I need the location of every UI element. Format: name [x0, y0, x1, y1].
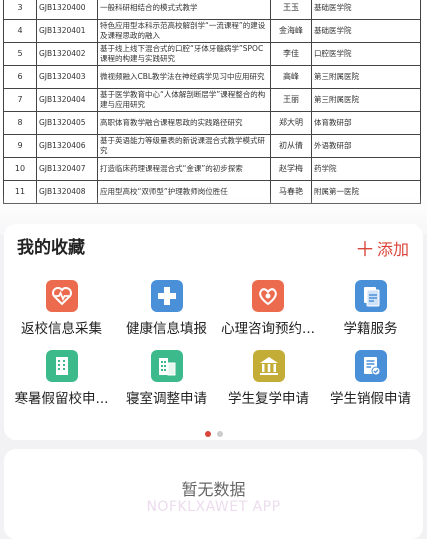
page-dot[interactable] — [216, 431, 223, 437]
dormitory-icon — [150, 350, 183, 382]
table-cell-code: GJB1320406 — [36, 134, 98, 158]
add-favorite-label: 添加 — [376, 240, 409, 259]
app-watermark: NOFKLXAWET APP — [146, 499, 281, 515]
table-row: 3 GJB1320400 一般科研相结合的模式式教学 王玉 基础医学院 — [3, 0, 421, 20]
favorite-item-counseling[interactable]: 心理咨询预约... — [213, 280, 323, 337]
favorite-item-leave-cancel[interactable]: 学生销假申请 — [318, 350, 423, 407]
table-cell-name: 金海峰 — [270, 19, 312, 43]
table-row: 6 GJB1320403 微视频融入CBL教学法在神经病学见习中应用研究 高峰 第三附属… — [3, 65, 421, 89]
bank-icon — [252, 350, 285, 382]
favorite-item-label: 返校信息采集 — [21, 321, 102, 337]
table-cell-name: 高峰 — [270, 65, 312, 89]
building-icon — [45, 350, 78, 382]
favorite-item-label: 寒暑假留校申... — [14, 391, 109, 407]
table-cell-code: GJB1320401 — [36, 19, 98, 43]
table-cell-org: 基础医学院 — [311, 0, 421, 20]
table-cell-code: GJB1320404 — [36, 88, 98, 112]
favorite-item-label: 寝室调整申请 — [126, 391, 207, 407]
table-cell-name: 王丽 — [270, 88, 312, 112]
table-cell-code: GJB1320407 — [36, 157, 98, 181]
favorite-item-label: 学生销假申请 — [330, 391, 411, 407]
add-favorite-button[interactable]: ＋添加 — [355, 233, 409, 262]
table-cell-name: 赵学梅 — [270, 157, 312, 181]
table-cell-code: GJB1320402 — [36, 42, 98, 66]
empty-card: 暂无数据 NOFKLXAWET APP — [4, 449, 423, 539]
table-cell-no: 3 — [3, 0, 37, 20]
table-cell-no: 8 — [3, 111, 37, 135]
table-cell-no: 5 — [3, 42, 37, 66]
table-cell-code: GJB1320400 — [36, 0, 98, 20]
table-cell-name: 初从倩 — [270, 134, 312, 158]
table-cell-no: 6 — [3, 65, 37, 89]
favorite-item-resume-study[interactable]: 学生复学申请 — [216, 350, 321, 407]
table-cell-title: 一般科研相结合的模式式教学 — [97, 0, 271, 20]
table-row: 7 GJB1320404 基于医学教育中心“人体解剖断层学”课程整合的构建与应用研究… — [3, 88, 421, 112]
favorites-card: 我的收藏 ＋添加 返校信息采集 健康信息填报 心理咨询预约... 学籍服务 寒暑… — [4, 224, 423, 440]
table-cell-org: 口腔医学院 — [311, 42, 421, 66]
favorite-item-dorm-change[interactable]: 寝室调整申请 — [114, 350, 219, 407]
table-cell-no: 10 — [3, 157, 37, 181]
table-cell-org: 第三附属医院 — [311, 65, 421, 89]
table-cell-title: 特色应用型本科示范高校解剖学“一流课程”的建设及课程思政的融入 — [97, 19, 271, 43]
favorite-item-label: 健康信息填报 — [126, 321, 207, 337]
table-cell-org: 第三附属医院 — [311, 88, 421, 112]
favorites-title: 我的收藏 — [17, 238, 85, 258]
favorite-item-vacation-stay[interactable]: 寒暑假留校申... — [9, 350, 114, 407]
document-preview: 3 GJB1320400 一般科研相结合的模式式教学 王玉 基础医学院 4 GJB13204… — [0, 0, 427, 235]
table-cell-title: 基于线上线下混合式的口腔“牙体牙髓病学”SPOC课程的构建与实践研究 — [97, 42, 271, 66]
table-cell-title: 基于英语能力等级量表的新说课混合式教学模式研究 — [97, 134, 271, 158]
table-row: 5 GJB1320402 基于线上线下混合式的口腔“牙体牙髓病学”SPOC课程的构建… — [3, 42, 421, 66]
favorite-item-health-report[interactable]: 健康信息填报 — [114, 280, 219, 337]
table-cell-name: 郑大明 — [270, 111, 312, 135]
heart-outline-icon — [252, 280, 284, 312]
page-dot-active[interactable] — [204, 431, 211, 437]
project-table: 3 GJB1320400 一般科研相结合的模式式教学 王玉 基础医学院 4 GJB13204… — [3, 0, 421, 204]
table-cell-title: 打造临床药理课程混合式“金课”的初步探索 — [97, 157, 271, 181]
table-cell-code: GJB1320405 — [36, 111, 98, 135]
empty-message: 暂无数据 — [181, 480, 246, 499]
table-cell-org: 外语教研部 — [311, 134, 421, 158]
plus-icon: ＋ — [354, 237, 375, 261]
table-cell-org: 体育教研部 — [311, 111, 421, 135]
heart-pulse-icon — [45, 280, 78, 312]
table-cell-code: GJB1320403 — [36, 65, 98, 89]
table-row: 10 GJB1320407 打造临床药理课程混合式“金课”的初步探索 赵学梅 药学院 — [3, 157, 421, 181]
medical-cross-icon — [150, 280, 183, 312]
table-row: 8 GJB1320405 高职体育教学融合课程思政的实践路径研究 郑大明 体育教研部 — [3, 111, 421, 135]
table-cell-name: 王玉 — [270, 0, 312, 20]
table-cell-title: 基于医学教育中心“人体解剖断层学”课程整合的构建与应用研究 — [97, 88, 271, 112]
table-cell-no: 7 — [3, 88, 37, 112]
table-cell-no: 9 — [3, 134, 37, 158]
favorite-item-label: 学籍服务 — [343, 321, 398, 337]
table-cell-title: 高职体育教学融合课程思政的实践路径研究 — [97, 111, 271, 135]
table-row: 4 GJB1320401 特色应用型本科示范高校解剖学“一流课程”的建设及课程思政的… — [3, 19, 421, 43]
document-icon — [354, 280, 387, 312]
table-cell-org: 基础医学院 — [311, 19, 421, 43]
favorite-item-status-service[interactable]: 学籍服务 — [318, 280, 423, 337]
table-cell-name: 李佳 — [270, 42, 312, 66]
table-cell-title: 微视频融入CBL教学法在神经病学见习中应用研究 — [97, 65, 271, 89]
favorite-item-label: 心理咨询预约... — [221, 321, 315, 337]
page-indicator — [4, 422, 423, 441]
favorite-item-return-info[interactable]: 返校信息采集 — [9, 280, 114, 337]
form-check-icon — [354, 350, 387, 382]
table-cell-org: 药学院 — [311, 157, 421, 181]
favorite-item-label: 学生复学申请 — [228, 391, 309, 407]
table-row: 9 GJB1320406 基于英语能力等级量表的新说课混合式教学模式研究 初从倩 外语教… — [3, 134, 421, 158]
table-cell-no: 4 — [3, 19, 37, 43]
